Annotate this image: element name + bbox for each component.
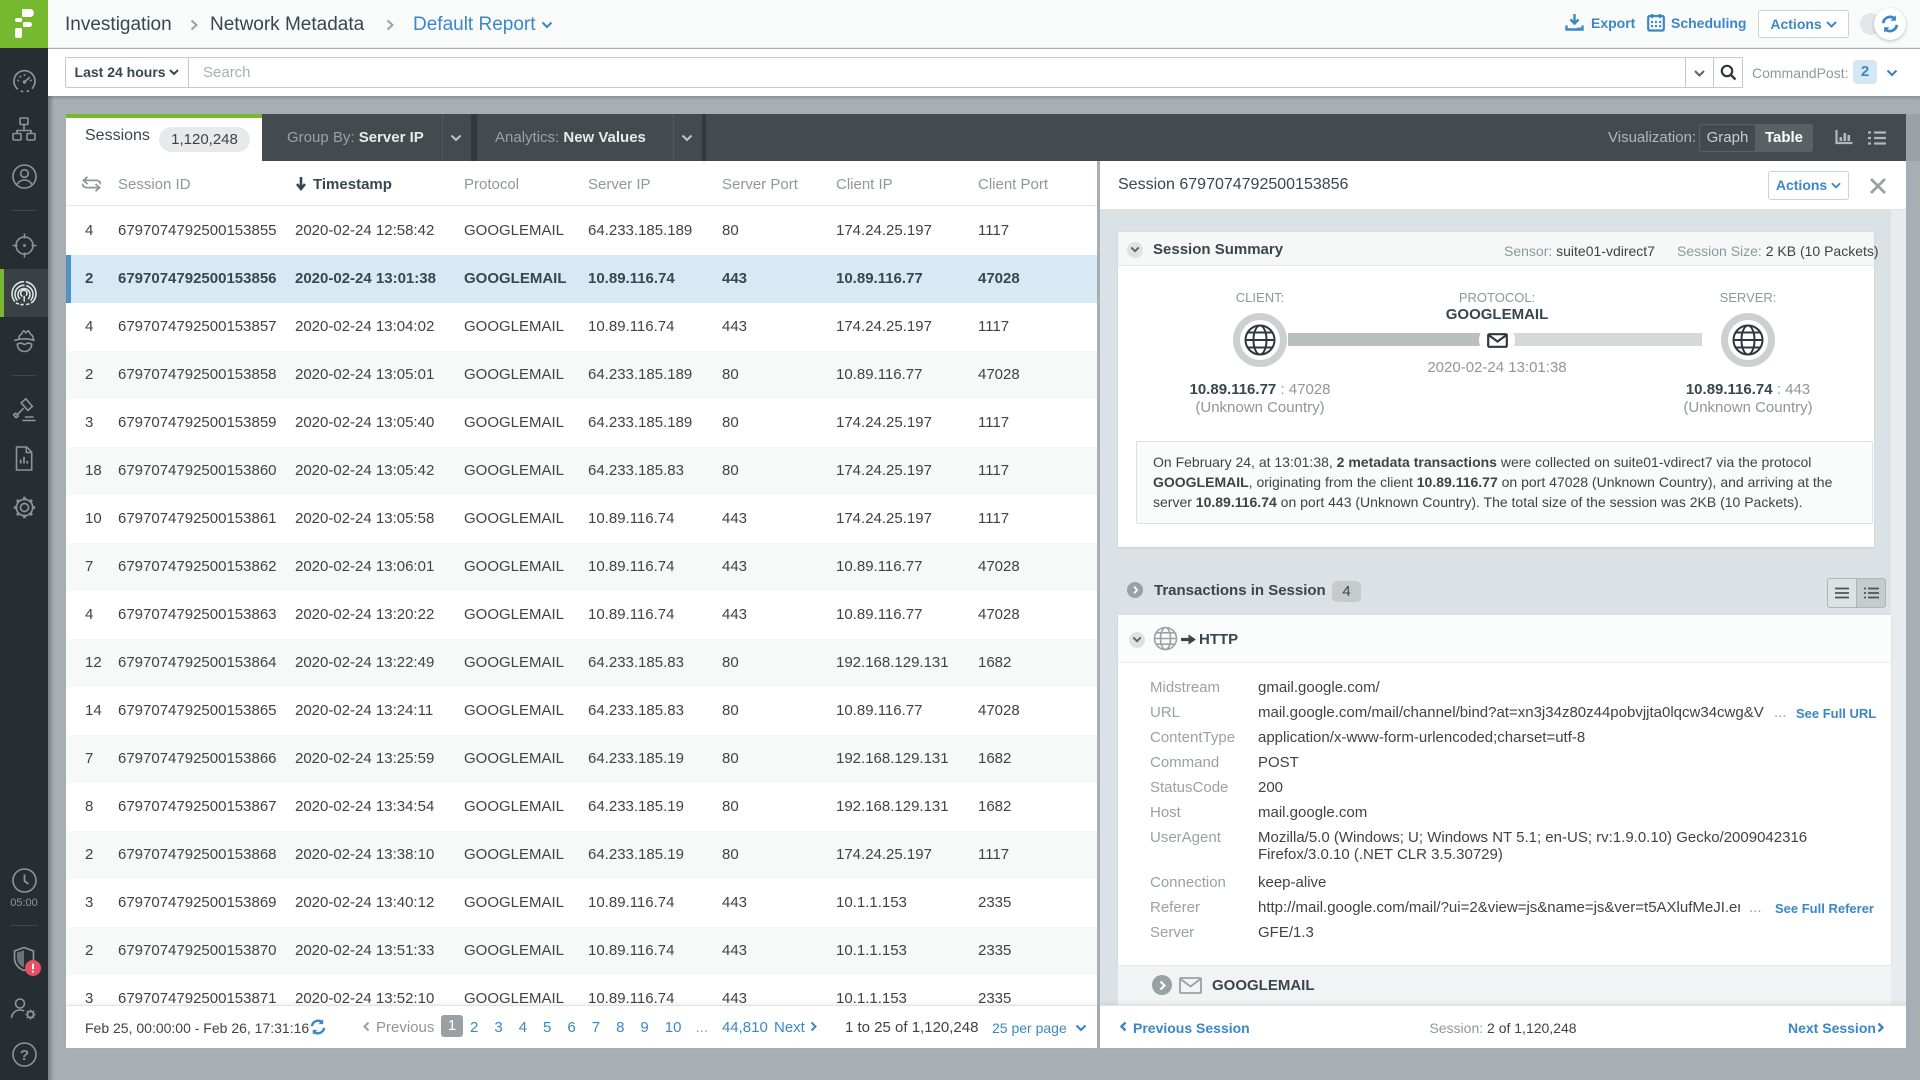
- svg-text:?: ?: [19, 1047, 28, 1064]
